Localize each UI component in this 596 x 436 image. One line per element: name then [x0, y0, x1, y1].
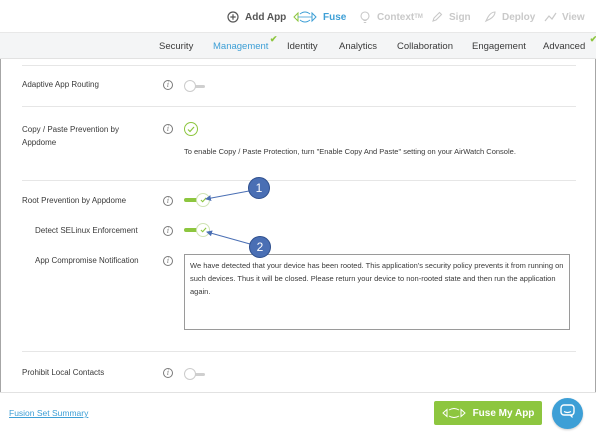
callout-arrow-1	[205, 190, 250, 202]
footer-bar: Fusion Set Summary Fuse My App	[0, 392, 596, 436]
callout-arrow-2	[206, 230, 251, 245]
callout-1: 1	[248, 177, 270, 199]
chat-bubble-icon	[560, 404, 575, 423]
fuse-my-app-button[interactable]: Fuse My App	[434, 401, 542, 425]
callout-2: 2	[249, 236, 271, 258]
chat-support-button[interactable]	[552, 398, 583, 429]
fusion-set-summary-link[interactable]: Fusion Set Summary	[9, 408, 88, 418]
fuse-my-app-label: Fuse My App	[472, 407, 535, 419]
callout-arrows	[205, 190, 251, 245]
fuse-icon	[441, 408, 466, 418]
